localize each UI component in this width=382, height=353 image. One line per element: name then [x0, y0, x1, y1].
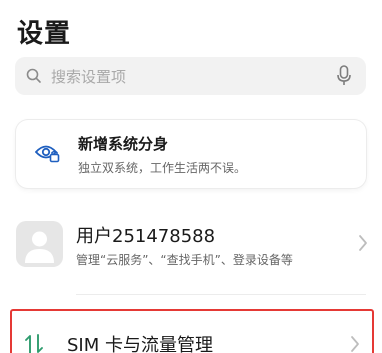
data-transfer-icon [24, 333, 44, 353]
card-subtitle: 独立双系统，工作生活两不误。 [78, 161, 247, 175]
system-clone-card[interactable]: 新增系统分身 独立双系统，工作生活两不误。 [16, 120, 366, 188]
search-icon [25, 67, 43, 89]
search-bar[interactable]: 搜索设置项 [15, 57, 366, 95]
avatar [16, 221, 63, 267]
dual-system-icon [34, 141, 61, 169]
chevron-right-icon [350, 335, 360, 353]
search-input[interactable]: 搜索设置项 [51, 66, 126, 87]
account-description: 管理“云服务”、“查找手机”、登录设备等 [76, 253, 293, 267]
chevron-right-icon [358, 234, 368, 256]
account-name: 用户251478588 [76, 226, 216, 247]
card-title: 新增系统分身 [78, 135, 169, 153]
sim-item-label: SIM 卡与流量管理 [67, 335, 213, 353]
settings-page: 设置 搜索设置项 新增系统分身 独立双系统，工作生活两不误。 用户2514785… [0, 0, 382, 353]
divider [76, 294, 366, 295]
sim-data-management-item[interactable]: SIM 卡与流量管理 [10, 309, 374, 353]
avatar-placeholder-icon [25, 231, 54, 263]
page-title: 设置 [17, 19, 72, 49]
account-row[interactable]: 用户251478588 管理“云服务”、“查找手机”、登录设备等 [0, 210, 382, 280]
microphone-icon[interactable] [336, 65, 352, 91]
